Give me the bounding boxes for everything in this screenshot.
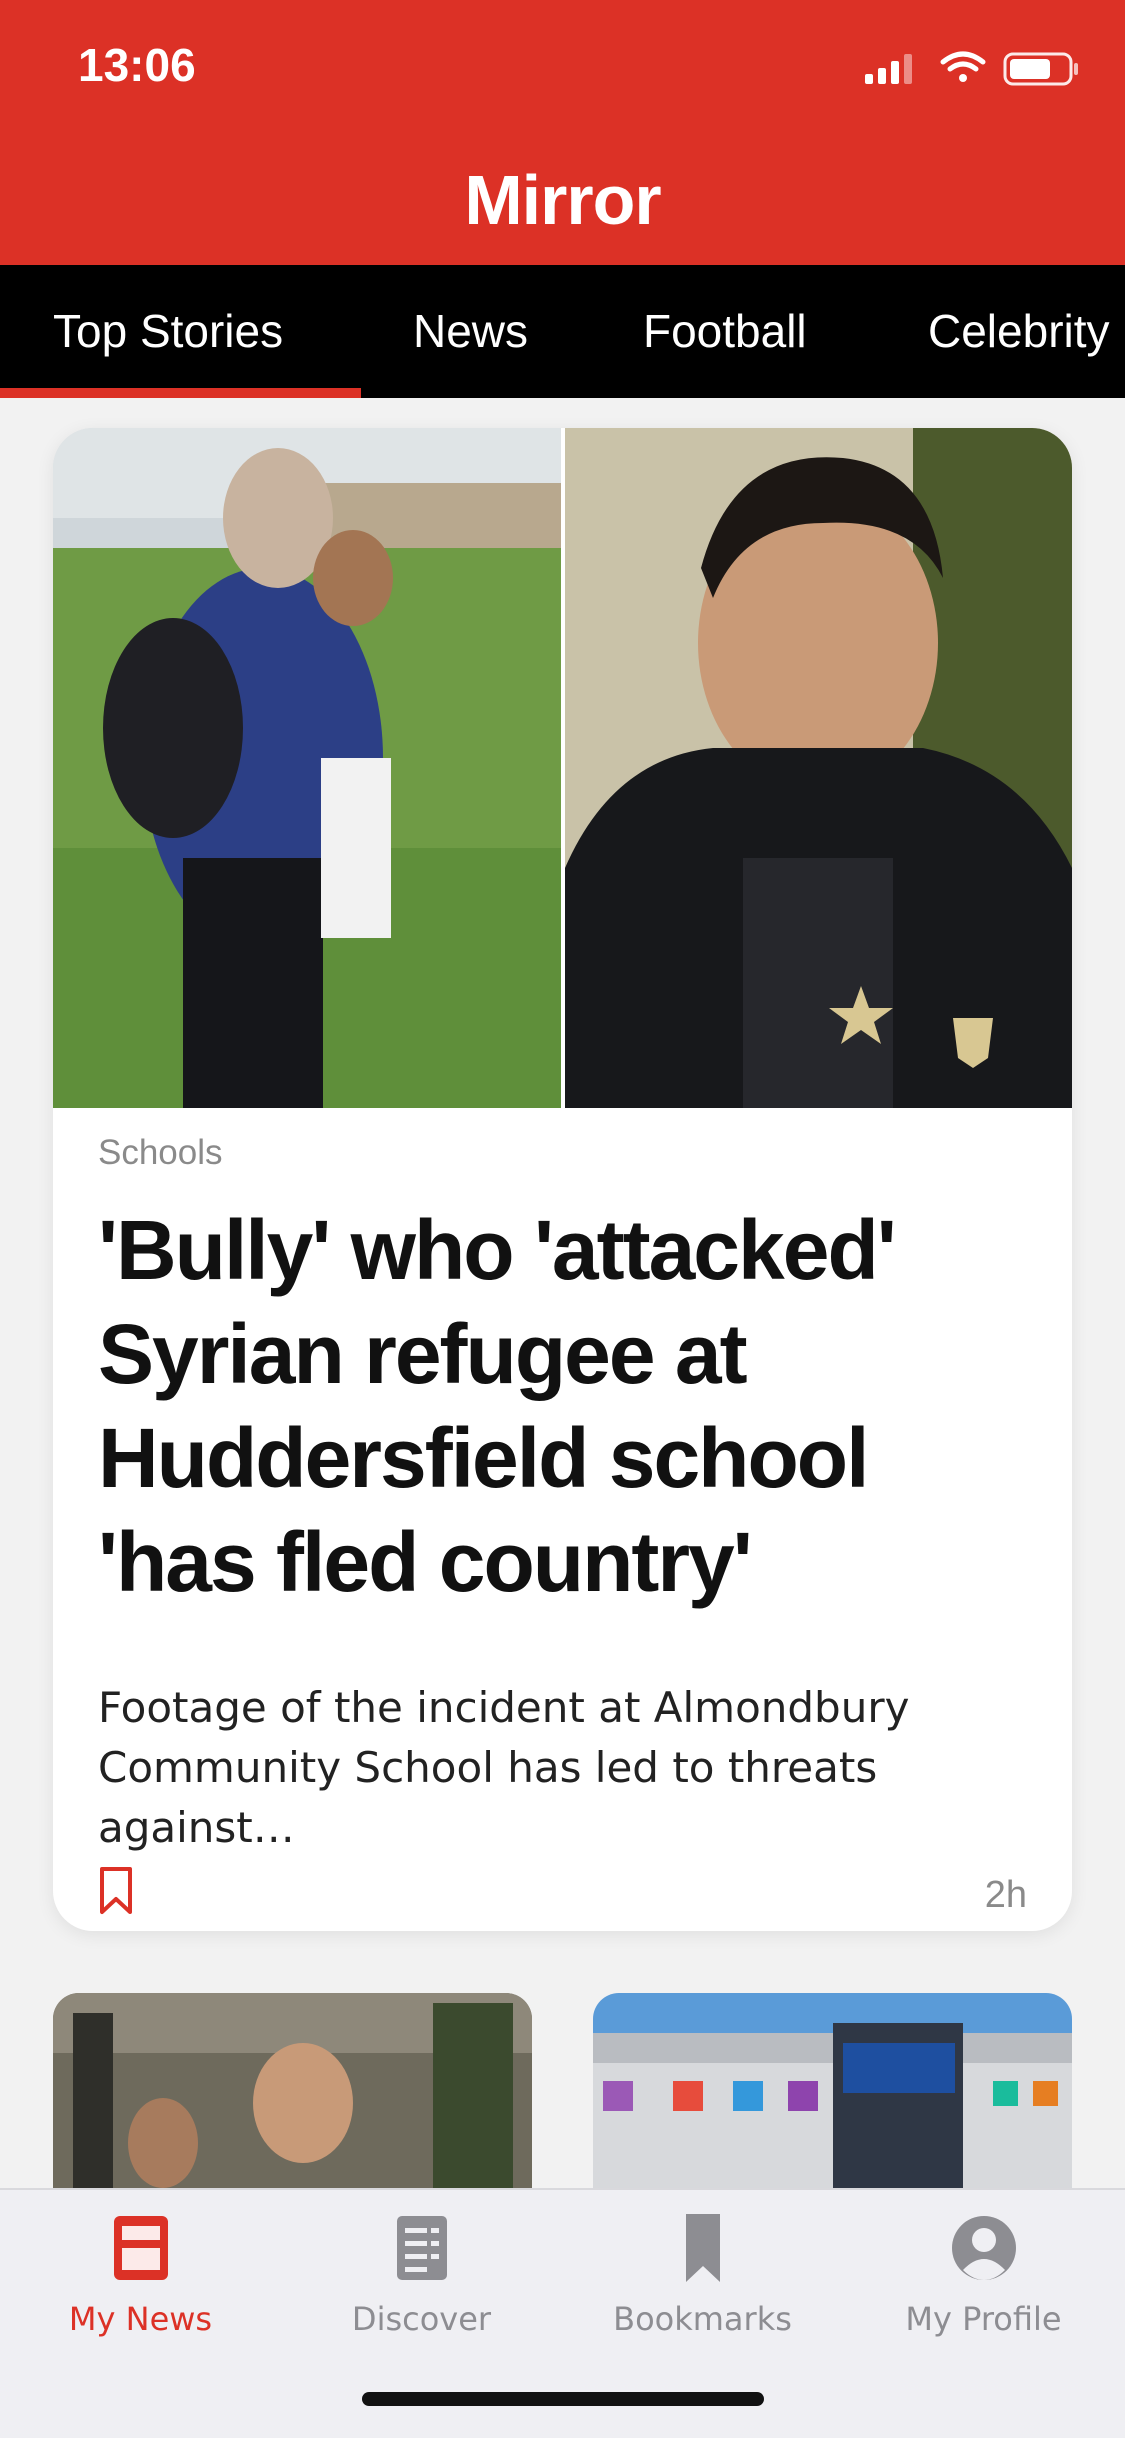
tab-news[interactable]: News — [413, 265, 528, 398]
story-summary: Footage of the incident at Almondbury Co… — [98, 1683, 910, 1852]
section-tabs: Top Stories News Football Celebrity — [0, 265, 1125, 398]
tab-top-stories[interactable]: Top Stories — [53, 265, 283, 398]
home-indicator[interactable] — [362, 2392, 764, 2406]
nav-bookmarks-label: Bookmarks — [613, 2300, 792, 2338]
discover-icon — [397, 2216, 447, 2280]
nav-discover-label: Discover — [351, 2300, 492, 2338]
bookmark-icon[interactable] — [98, 1866, 134, 1916]
my-news-icon — [114, 2216, 168, 2280]
tab-celebrity[interactable]: Celebrity — [928, 265, 1110, 398]
story-category[interactable]: Schools — [98, 1133, 223, 1173]
status-time: 13:06 — [78, 39, 196, 91]
active-tab-indicator — [0, 388, 361, 398]
tab-football[interactable]: Football — [643, 265, 807, 398]
status-bar: 13:06 — [0, 0, 1125, 130]
app-header: Mirror — [0, 130, 1125, 265]
nav-discover[interactable]: Discover — [281, 2190, 562, 2390]
nav-my-profile[interactable]: My Profile — [843, 2190, 1124, 2390]
wifi-icon — [940, 51, 986, 82]
status-icons — [865, 51, 1078, 86]
nav-bookmarks[interactable]: Bookmarks — [562, 2190, 843, 2390]
story-age: 2h — [984, 1874, 1027, 1916]
main-story-card[interactable]: Schools 'Bully' who 'attacked' Syrian re… — [53, 428, 1072, 1931]
nav-my-news-label: My News — [68, 2300, 213, 2338]
story-headline[interactable]: 'Bully' who 'attacked' Syrian refugee at… — [98, 1198, 1038, 1614]
nav-my-news[interactable]: My News — [0, 2190, 281, 2390]
news-feed[interactable]: Schools 'Bully' who 'attacked' Syrian re… — [0, 398, 1125, 2188]
story-thumbnail-right[interactable] — [593, 1993, 1072, 2188]
battery-icon — [1003, 52, 1078, 86]
bookmarks-icon — [686, 2214, 720, 2282]
mirror-logo[interactable]: Mirror — [0, 160, 1125, 240]
cellular-signal-icon — [865, 54, 912, 84]
story-thumbnail-left[interactable] — [53, 1993, 532, 2188]
nav-my-profile-label: My Profile — [905, 2300, 1062, 2338]
profile-icon — [952, 2216, 1016, 2280]
story-hero-image — [53, 428, 1072, 1108]
